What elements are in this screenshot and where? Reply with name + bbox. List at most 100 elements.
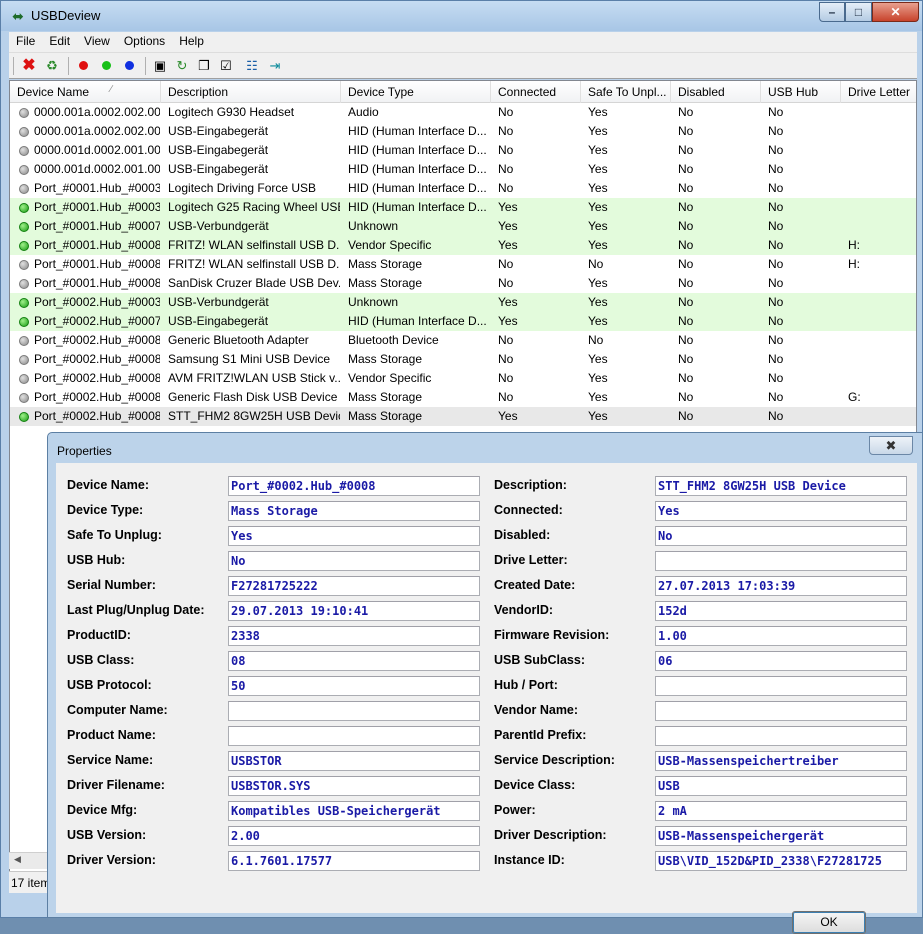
- save-icon[interactable]: ▣: [150, 56, 170, 76]
- field-hub-port[interactable]: [655, 676, 907, 696]
- table-row[interactable]: Port_#0002.Hub_#0008 Generic Bluetooth Ad…: [10, 331, 916, 350]
- disconnect-icon[interactable]: ✖: [19, 56, 39, 76]
- table-row[interactable]: 0000.001d.0002.001.00... USB-Eingabegerät…: [10, 160, 916, 179]
- blue-status-icon[interactable]: [119, 56, 139, 76]
- menu-options[interactable]: Options: [117, 32, 172, 52]
- cell-device-name: Port_#0002.Hub_#0008: [34, 390, 160, 404]
- field-vendorid[interactable]: 152d: [655, 601, 907, 621]
- window-title: USBDeview: [31, 8, 101, 23]
- close-button[interactable]: ✕: [872, 2, 919, 22]
- field-firmware-revision[interactable]: 1.00: [655, 626, 907, 646]
- menu-view[interactable]: View: [77, 32, 117, 52]
- field-device-name[interactable]: Port_#0002.Hub_#0008: [228, 476, 480, 496]
- field-driver-filename[interactable]: USBSTOR.SYS: [228, 776, 480, 796]
- column-safe-to-unplug[interactable]: Safe To Unpl...: [581, 81, 671, 103]
- field-created-date[interactable]: 27.07.2013 17:03:39: [655, 576, 907, 596]
- column-description[interactable]: Description: [161, 81, 341, 103]
- field-serial-number[interactable]: F27281725222: [228, 576, 480, 596]
- table-row[interactable]: Port_#0002.Hub_#0008 Generic Flash Disk U…: [10, 388, 916, 407]
- html-report-icon[interactable]: ☷: [242, 56, 262, 76]
- column-disabled[interactable]: Disabled: [671, 81, 761, 103]
- field-device-type[interactable]: Mass Storage: [228, 501, 480, 521]
- title-bar[interactable]: ⬌ USBDeview – □ ✕: [1, 1, 922, 31]
- field-drive-letter[interactable]: [655, 551, 907, 571]
- table-row[interactable]: Port_#0001.Hub_#0008 SanDisk Cruzer Blade…: [10, 274, 916, 293]
- cell-usb-hub: No: [768, 105, 784, 119]
- label-instance-id: Instance ID:: [494, 853, 565, 867]
- field-vendor-name[interactable]: [655, 701, 907, 721]
- cell-usb-hub: No: [768, 143, 784, 157]
- field-usb-version[interactable]: 2.00: [228, 826, 480, 846]
- table-row[interactable]: Port_#0002.Hub_#0008 STT_FHM2 8GW25H USB …: [10, 407, 916, 426]
- cell-disabled: No: [678, 105, 694, 119]
- table-row[interactable]: Port_#0002.Hub_#0008 Samsung S1 Mini USB …: [10, 350, 916, 369]
- table-row[interactable]: Port_#0001.Hub_#0003 Logitech G25 Racing …: [10, 198, 916, 217]
- field-disabled[interactable]: No: [655, 526, 907, 546]
- table-row[interactable]: 0000.001d.0002.001.00... USB-Eingabegerät…: [10, 141, 916, 160]
- red-status-icon[interactable]: [73, 56, 93, 76]
- cell-safe-to-unplug: Yes: [588, 143, 608, 157]
- menu-help[interactable]: Help: [172, 32, 211, 52]
- field-usb-subclass[interactable]: 06: [655, 651, 907, 671]
- label-usb-version: USB Version:: [67, 828, 147, 842]
- connected-status-icon: [19, 222, 29, 232]
- field-device-class[interactable]: USB: [655, 776, 907, 796]
- field-description[interactable]: STT_FHM2 8GW25H USB Device: [655, 476, 907, 496]
- label-device-type: Device Type:: [67, 503, 144, 517]
- field-service-name[interactable]: USBSTOR: [228, 751, 480, 771]
- field-productid[interactable]: 2338: [228, 626, 480, 646]
- field-usb-hub[interactable]: No: [228, 551, 480, 571]
- green-status-icon[interactable]: [96, 56, 116, 76]
- maximize-button[interactable]: □: [845, 2, 872, 22]
- table-row[interactable]: Port_#0002.Hub_#0003 USB-Verbundgerät Unkn…: [10, 293, 916, 312]
- table-row[interactable]: Port_#0001.Hub_#0008 FRITZ! WLAN selfinst…: [10, 236, 916, 255]
- table-row[interactable]: 0000.001a.0002.002.00... USB-Eingabegerät…: [10, 122, 916, 141]
- copy-icon[interactable]: ❐: [194, 56, 214, 76]
- cell-device-name: Port_#0002.Hub_#0008: [34, 352, 160, 366]
- properties-icon[interactable]: ☑: [216, 56, 236, 76]
- table-row[interactable]: Port_#0001.Hub_#0003 Logitech Driving For…: [10, 179, 916, 198]
- table-row[interactable]: Port_#0001.Hub_#0007 USB-Verbundgerät Unkn…: [10, 217, 916, 236]
- table-row[interactable]: Port_#0002.Hub_#0007 USB-Eingabegerät HID …: [10, 312, 916, 331]
- field-safe-to-unplug[interactable]: Yes: [228, 526, 480, 546]
- field-instance-id[interactable]: USB\VID_152D&PID_2338\F27281725: [655, 851, 907, 871]
- exit-icon[interactable]: ⇥: [265, 56, 285, 76]
- menu-file[interactable]: File: [9, 32, 42, 52]
- cell-description: Logitech G930 Headset: [168, 105, 295, 119]
- field-service-description[interactable]: USB-Massenspeichertreiber: [655, 751, 907, 771]
- field-driver-description[interactable]: USB-Massenspeichergerät: [655, 826, 907, 846]
- table-row[interactable]: Port_#0001.Hub_#0008 FRITZ! WLAN selfinst…: [10, 255, 916, 274]
- cell-drive-letter: H:: [848, 238, 860, 252]
- field-driver-version[interactable]: 6.1.7601.17577: [228, 851, 480, 871]
- column-usb-hub[interactable]: USB Hub: [761, 81, 841, 103]
- cell-connected: No: [498, 371, 514, 385]
- field-usb-class[interactable]: 08: [228, 651, 480, 671]
- label-productid: ProductID:: [67, 628, 131, 642]
- cell-drive-letter: [848, 141, 914, 160]
- column-device-name[interactable]: Device Name ∕: [10, 81, 161, 103]
- uninstall-icon[interactable]: ♻: [42, 56, 62, 76]
- field-computer-name[interactable]: [228, 701, 480, 721]
- cell-disabled: No: [678, 371, 694, 385]
- field-product-name[interactable]: [228, 726, 480, 746]
- cell-drive-letter: [848, 293, 914, 312]
- cell-disabled: No: [678, 333, 694, 347]
- table-row[interactable]: Port_#0002.Hub_#0008 AVM FRITZ!WLAN USB S…: [10, 369, 916, 388]
- field-usb-protocol[interactable]: 50: [228, 676, 480, 696]
- column-drive-letter[interactable]: Drive Letter: [841, 81, 916, 103]
- field-device-mfg[interactable]: Kompatibles USB-Speichergerät: [228, 801, 480, 821]
- ok-button[interactable]: OK: [792, 911, 866, 934]
- column-connected[interactable]: Connected: [491, 81, 581, 103]
- column-device-type[interactable]: Device Type: [341, 81, 491, 103]
- menu-edit[interactable]: Edit: [42, 32, 77, 52]
- field-power[interactable]: 2 mA: [655, 801, 907, 821]
- refresh-icon[interactable]: ↻: [172, 56, 192, 76]
- dialog-close-button[interactable]: ✖: [869, 436, 913, 455]
- field-connected[interactable]: Yes: [655, 501, 907, 521]
- minimize-button[interactable]: –: [819, 2, 845, 22]
- table-row[interactable]: 0000.001a.0002.002.00... Logitech G930 He…: [10, 103, 916, 122]
- field-last-plug-unplug-date[interactable]: 29.07.2013 19:10:41: [228, 601, 480, 621]
- toolbar: ✖ ♻ ▣ ↻ ❐ ☑ ☷ ⇥: [9, 52, 917, 79]
- field-parentid-prefix[interactable]: [655, 726, 907, 746]
- scroll-left-icon[interactable]: ◀: [14, 854, 21, 865]
